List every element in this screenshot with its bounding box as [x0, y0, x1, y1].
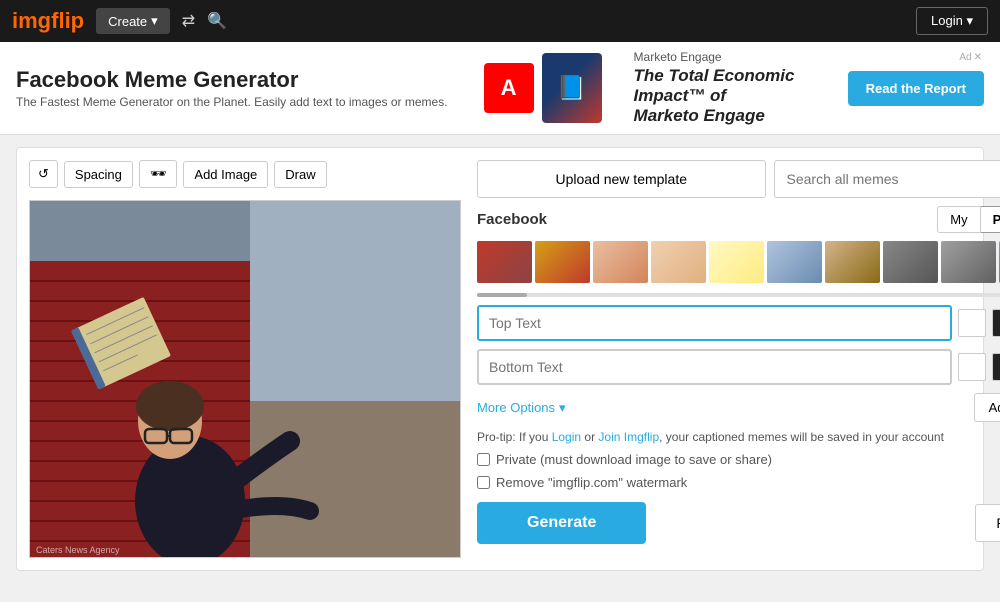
top-text-input[interactable] [477, 305, 952, 341]
ad-wrapper: Ad ✕ A 📘 Marketo Engage The Total Econom… [464, 50, 984, 126]
login-label: Login [931, 13, 963, 28]
left-panel: ↺ Spacing 🕶 Add Image Draw [29, 160, 461, 558]
watermark-checkbox-row: Remove "imgflip.com" watermark [477, 475, 1000, 490]
template-thumb-5[interactable] [709, 241, 764, 283]
ad-choice-indicator: Ad ✕ [959, 52, 982, 63]
main-content: ↺ Spacing 🕶 Add Image Draw [0, 135, 1000, 583]
scroll-thumb [477, 293, 527, 297]
template-thumb-4[interactable] [651, 241, 706, 283]
top-text-color-white[interactable] [958, 309, 986, 337]
popular-tab[interactable]: Popular [981, 206, 1000, 233]
spacing-label: Spacing [75, 167, 122, 182]
logo-img: img [12, 8, 51, 33]
logo[interactable]: imgflip [12, 8, 84, 34]
bottom-text-color-white[interactable] [958, 353, 986, 381]
meme-image-container: Caters News Agency [29, 200, 461, 558]
bottom-text-color-black[interactable] [992, 353, 1000, 381]
template-thumb-7[interactable] [825, 241, 880, 283]
svg-text:Caters News Agency: Caters News Agency [36, 545, 120, 555]
template-title: Facebook [477, 211, 547, 228]
meme-image: Caters News Agency [30, 201, 461, 558]
thumbnails-row [477, 241, 1000, 283]
right-top-row: Upload new template [477, 160, 1000, 198]
meme-editor: ↺ Spacing 🕶 Add Image Draw [16, 147, 984, 571]
more-options-button[interactable]: More Options ▾ [477, 400, 566, 416]
generate-row: Generate Reset [477, 502, 1000, 544]
template-thumb-8[interactable] [883, 241, 938, 283]
glasses-button[interactable]: 🕶 [139, 160, 178, 188]
ad-left-text: Facebook Meme Generator The Fastest Meme… [16, 67, 448, 109]
join-link[interactable]: Join Imgflip [598, 430, 659, 444]
marketo-label: Marketo Engage [634, 50, 832, 64]
add-image-label: Add Image [194, 167, 257, 182]
template-thumb-3[interactable] [593, 241, 648, 283]
ad-close-x[interactable]: ✕ [974, 52, 982, 63]
navbar-left: imgflip Create ▾ ⇄ 🔍 [12, 8, 227, 34]
refresh-button[interactable]: ↺ [29, 160, 58, 188]
chevron-down-icon: ▾ [151, 13, 158, 29]
create-button[interactable]: Create ▾ [96, 8, 170, 34]
read-report-button[interactable]: Read the Report [848, 71, 984, 106]
template-header: Facebook My Popular [477, 206, 1000, 233]
pro-tip: Pro-tip: If you Login or Join Imgflip, y… [477, 430, 1000, 444]
tab-group: My Popular [937, 206, 1000, 233]
private-checkbox-row: Private (must download image to save or … [477, 452, 1000, 467]
login-chevron-icon: ▾ [966, 13, 973, 28]
watermark-checkbox[interactable] [477, 476, 490, 489]
login-button[interactable]: Login ▾ [916, 7, 988, 35]
search-icon[interactable]: 🔍 [207, 11, 227, 31]
page-subtitle: The Fastest Meme Generator on the Planet… [16, 95, 448, 109]
reset-button[interactable]: Reset [975, 504, 1000, 542]
top-text-row: ⚙ [477, 305, 1000, 341]
login-link[interactable]: Login [552, 430, 581, 444]
ad-graphic: A 📘 [484, 53, 602, 123]
private-label: Private (must download image to save or … [496, 452, 772, 467]
page-title: Facebook Meme Generator [16, 67, 448, 93]
more-options-chevron-icon: ▾ [559, 400, 566, 416]
add-text-button[interactable]: Add Text [974, 393, 1000, 422]
right-panel: Upload new template Facebook My Popular [477, 160, 1000, 558]
search-memes-input[interactable] [774, 160, 1000, 198]
shuffle-icon[interactable]: ⇄ [182, 11, 195, 31]
bottom-text-input[interactable] [477, 349, 952, 385]
template-thumb-6[interactable] [767, 241, 822, 283]
refresh-icon: ↺ [38, 166, 49, 182]
more-options-label: More Options [477, 400, 555, 415]
top-text-color-black[interactable] [992, 309, 1000, 337]
spacing-button[interactable]: Spacing [64, 161, 133, 188]
navbar-right: Login ▾ [916, 7, 988, 35]
bottom-text-row: ⚙ [477, 349, 1000, 385]
template-thumb-2[interactable] [535, 241, 590, 283]
glasses-icon: 🕶 [150, 166, 167, 182]
create-label: Create [108, 14, 147, 29]
template-thumb-1[interactable] [477, 241, 532, 283]
toolbar: ↺ Spacing 🕶 Add Image Draw [29, 160, 461, 188]
ad-choice-label: Ad [959, 52, 971, 63]
draw-button[interactable]: Draw [274, 161, 326, 188]
adobe-logo: A [484, 63, 534, 113]
ad-headline: The Total Economic Impact™ of Marketo En… [634, 66, 832, 126]
logo-text: flip [51, 8, 84, 33]
add-image-button[interactable]: Add Image [183, 161, 268, 188]
navbar: imgflip Create ▾ ⇄ 🔍 Login ▾ [0, 0, 1000, 42]
draw-label: Draw [285, 167, 315, 182]
ad-book-icon: 📘 [542, 53, 602, 123]
options-row: More Options ▾ Add Text [477, 393, 1000, 422]
ad-text-area: Marketo Engage The Total Economic Impact… [618, 50, 832, 126]
generate-button[interactable]: Generate [477, 502, 646, 544]
template-thumb-9[interactable] [941, 241, 996, 283]
private-checkbox[interactable] [477, 453, 490, 466]
ad-banner: Facebook Meme Generator The Fastest Meme… [0, 42, 1000, 135]
scroll-indicator [477, 293, 1000, 297]
my-tab[interactable]: My [937, 206, 980, 233]
upload-template-button[interactable]: Upload new template [477, 160, 766, 198]
watermark-label: Remove "imgflip.com" watermark [496, 475, 687, 490]
